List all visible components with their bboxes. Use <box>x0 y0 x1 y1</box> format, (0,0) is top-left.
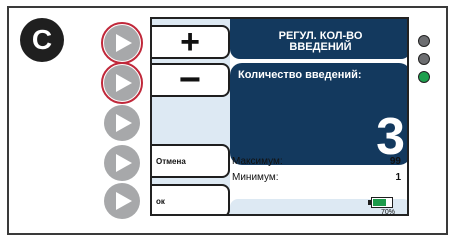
battery-cap <box>368 200 371 205</box>
play-triangle-icon <box>116 114 132 132</box>
hardware-button-plus[interactable] <box>104 25 140 61</box>
ok-softkey[interactable]: ок <box>152 184 230 214</box>
ok-label: ок <box>156 197 165 206</box>
battery-percent: 70% <box>380 209 395 216</box>
device-screen: + − Отмена ок РЕГУЛ. КОЛ-ВО ВВЕДЕНИЙ Кол… <box>150 17 409 216</box>
value-display: Количество введений: 3 <box>230 63 407 165</box>
header-title-line2: ВВЕДЕНИЙ <box>289 41 352 53</box>
hardware-button-ok[interactable] <box>104 183 140 219</box>
panel-label-badge: C <box>20 18 64 62</box>
min-value: 1 <box>395 172 401 183</box>
screen-header: РЕГУЛ. КОЛ-ВО ВВЕДЕНИЙ <box>230 19 407 59</box>
min-label: Минимум: <box>232 172 279 183</box>
status-led-gray-1 <box>418 35 430 47</box>
hardware-button-3[interactable] <box>104 105 140 141</box>
hardware-button-minus[interactable] <box>104 65 140 101</box>
cancel-label: Отмена <box>156 157 186 166</box>
max-value: 99 <box>389 156 401 167</box>
minus-softkey[interactable]: − <box>152 59 230 101</box>
hardware-button-cancel[interactable] <box>104 145 140 181</box>
battery-icon <box>368 197 393 208</box>
play-triangle-icon <box>116 192 132 210</box>
max-label: Максимум: <box>232 156 283 167</box>
plus-icon: + <box>180 23 200 61</box>
status-led-green <box>418 71 430 83</box>
plus-softkey[interactable]: + <box>152 23 230 61</box>
minus-icon: − <box>178 59 202 101</box>
value-label: Количество введений: <box>238 69 362 81</box>
play-triangle-icon <box>116 74 132 92</box>
play-triangle-icon <box>116 154 132 172</box>
battery-fill <box>373 199 386 206</box>
status-led-gray-2 <box>418 53 430 65</box>
cancel-softkey[interactable]: Отмена <box>152 144 230 178</box>
play-triangle-icon <box>116 34 132 52</box>
status-bar: 70% <box>230 197 407 216</box>
